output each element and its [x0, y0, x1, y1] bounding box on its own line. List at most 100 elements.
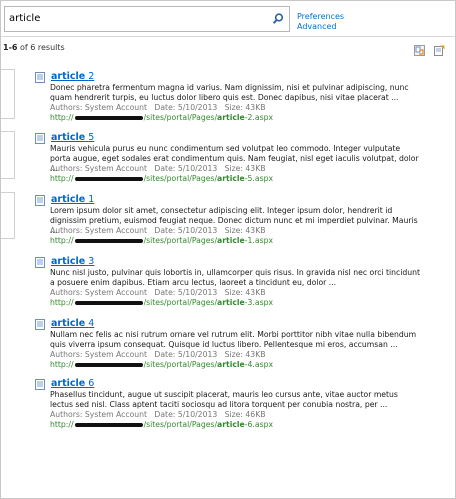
document-page-icon: [35, 319, 45, 330]
result-total: of 6 results: [20, 43, 65, 52]
result-tools: [410, 41, 445, 60]
result-date: Date: 5/10/2013: [154, 226, 218, 235]
result-title-link[interactable]: article 5: [51, 132, 94, 143]
redacted-hostname: [74, 239, 143, 243]
result-date: Date: 5/10/2013: [154, 164, 218, 173]
result-metadata: Authors: System Account Date: 5/10/2013 …: [50, 350, 266, 360]
result-date: Date: 5/10/2013: [154, 350, 218, 359]
url-prefix: http://: [50, 174, 74, 183]
result-date: Date: 5/10/2013: [154, 103, 218, 112]
result-metadata: Authors: System Account Date: 5/10/2013 …: [50, 288, 266, 298]
title-number: 5: [88, 132, 95, 143]
result-size: Size: 43KB: [224, 103, 266, 112]
refinement-panel-edge: [1, 131, 15, 179]
url-path: /sites/portal/Pages/: [143, 298, 218, 307]
document-page-icon: [35, 133, 45, 144]
title-hit-highlight: article: [51, 256, 86, 267]
result-title-link[interactable]: article 1: [51, 194, 94, 205]
result-title-link[interactable]: article 6: [51, 378, 94, 389]
title-number: 1: [88, 194, 95, 205]
title-number: 3: [88, 256, 95, 267]
document-page-icon: [35, 257, 45, 268]
url-prefix: http://: [50, 420, 74, 429]
result-url[interactable]: http:// /sites/portal/Pages/article-1.asp…: [50, 236, 273, 246]
search-input[interactable]: [9, 10, 257, 26]
advanced-link[interactable]: Advanced: [297, 22, 344, 32]
divider: [1, 36, 455, 37]
url-path: /sites/portal/Pages/: [143, 174, 218, 183]
result-metadata: Authors: System Account Date: 5/10/2013 …: [50, 410, 266, 420]
url-path: /sites/portal/Pages/: [143, 113, 218, 122]
url-hit-highlight: article: [217, 420, 245, 429]
result-authors: Authors: System Account: [50, 226, 148, 235]
document-page-icon: [35, 379, 45, 390]
rss-feed-icon[interactable]: [413, 41, 425, 56]
url-hit-highlight: article: [217, 298, 245, 307]
result-url[interactable]: http:// /sites/portal/Pages/article-5.asp…: [50, 174, 273, 184]
url-prefix: http://: [50, 298, 74, 307]
url-file: -3.aspx: [244, 298, 274, 307]
redacted-hostname: [74, 177, 143, 181]
result-url[interactable]: http:// /sites/portal/Pages/article-4.asp…: [50, 360, 273, 370]
result-size: Size: 43KB: [224, 226, 266, 235]
url-hit-highlight: article: [217, 174, 245, 183]
result-url[interactable]: http:// /sites/portal/Pages/article-6.asp…: [50, 420, 273, 430]
result-metadata: Authors: System Account Date: 5/10/2013 …: [50, 226, 266, 236]
result-summary: Nunc nisl justo, pulvinar quis lobortis …: [50, 268, 421, 287]
url-hit-highlight: article: [217, 360, 245, 369]
redacted-hostname: [74, 116, 143, 120]
result-authors: Authors: System Account: [50, 164, 148, 173]
result-date: Date: 5/10/2013: [154, 410, 218, 419]
result-summary: Donec pharetra fermentum magna id varius…: [50, 83, 409, 102]
result-size: Size: 43KB: [224, 164, 266, 173]
title-hit-highlight: article: [51, 132, 86, 143]
result-date: Date: 5/10/2013: [154, 288, 218, 297]
redacted-hostname: [74, 363, 143, 367]
title-number: 4: [88, 318, 95, 329]
url-prefix: http://: [50, 360, 74, 369]
redacted-hostname: [74, 423, 143, 427]
search-button[interactable]: [271, 11, 285, 25]
url-file: -5.aspx: [244, 174, 274, 183]
title-hit-highlight: article: [51, 318, 86, 329]
url-prefix: http://: [50, 113, 74, 122]
result-title-link[interactable]: article 4: [51, 318, 94, 329]
url-path: /sites/portal/Pages/: [143, 236, 218, 245]
result-title-link[interactable]: article 3: [51, 256, 94, 267]
result-size: Size: 43KB: [224, 350, 266, 359]
preferences-link[interactable]: Preferences: [297, 12, 344, 22]
result-authors: Authors: System Account: [50, 103, 148, 112]
refinement-panel-edge: [1, 192, 15, 239]
result-range: 1-6: [3, 43, 18, 52]
title-hit-highlight: article: [51, 194, 86, 205]
search-box: [4, 6, 290, 32]
result-metadata: Authors: System Account Date: 5/10/2013 …: [50, 164, 266, 174]
url-path: /sites/portal/Pages/: [143, 360, 218, 369]
result-url[interactable]: http:// /sites/portal/Pages/article-3.asp…: [50, 298, 273, 308]
result-size: Size: 46KB: [224, 410, 266, 419]
result-summary: Phasellus tincidunt, augue ut suscipit p…: [50, 390, 398, 409]
result-summary: Nullam nec felis ac nisi rutrum ornare v…: [50, 330, 417, 349]
url-file: -6.aspx: [244, 420, 274, 429]
refinement-panel-edge: [1, 69, 15, 119]
redacted-hostname: [74, 301, 143, 305]
url-file: -2.aspx: [244, 113, 274, 122]
title-hit-highlight: article: [51, 378, 86, 389]
result-url[interactable]: http:// /sites/portal/Pages/article-2.asp…: [50, 113, 273, 123]
result-size: Size: 43KB: [224, 288, 266, 297]
title-hit-highlight: article: [51, 71, 86, 82]
magnifier-icon: [272, 13, 284, 24]
document-page-icon: [35, 72, 45, 83]
document-page-icon: [35, 195, 45, 206]
title-number: 6: [88, 378, 95, 389]
url-hit-highlight: article: [217, 113, 245, 122]
result-title-link[interactable]: article 2: [51, 71, 94, 82]
title-number: 2: [88, 71, 95, 82]
search-options-links: Preferences Advanced: [297, 12, 344, 32]
result-authors: Authors: System Account: [50, 410, 148, 419]
url-prefix: http://: [50, 236, 74, 245]
result-count: 1-6 of 6 results: [3, 43, 65, 52]
result-authors: Authors: System Account: [50, 350, 148, 359]
alert-me-icon[interactable]: [434, 41, 445, 56]
url-file: -4.aspx: [244, 360, 274, 369]
